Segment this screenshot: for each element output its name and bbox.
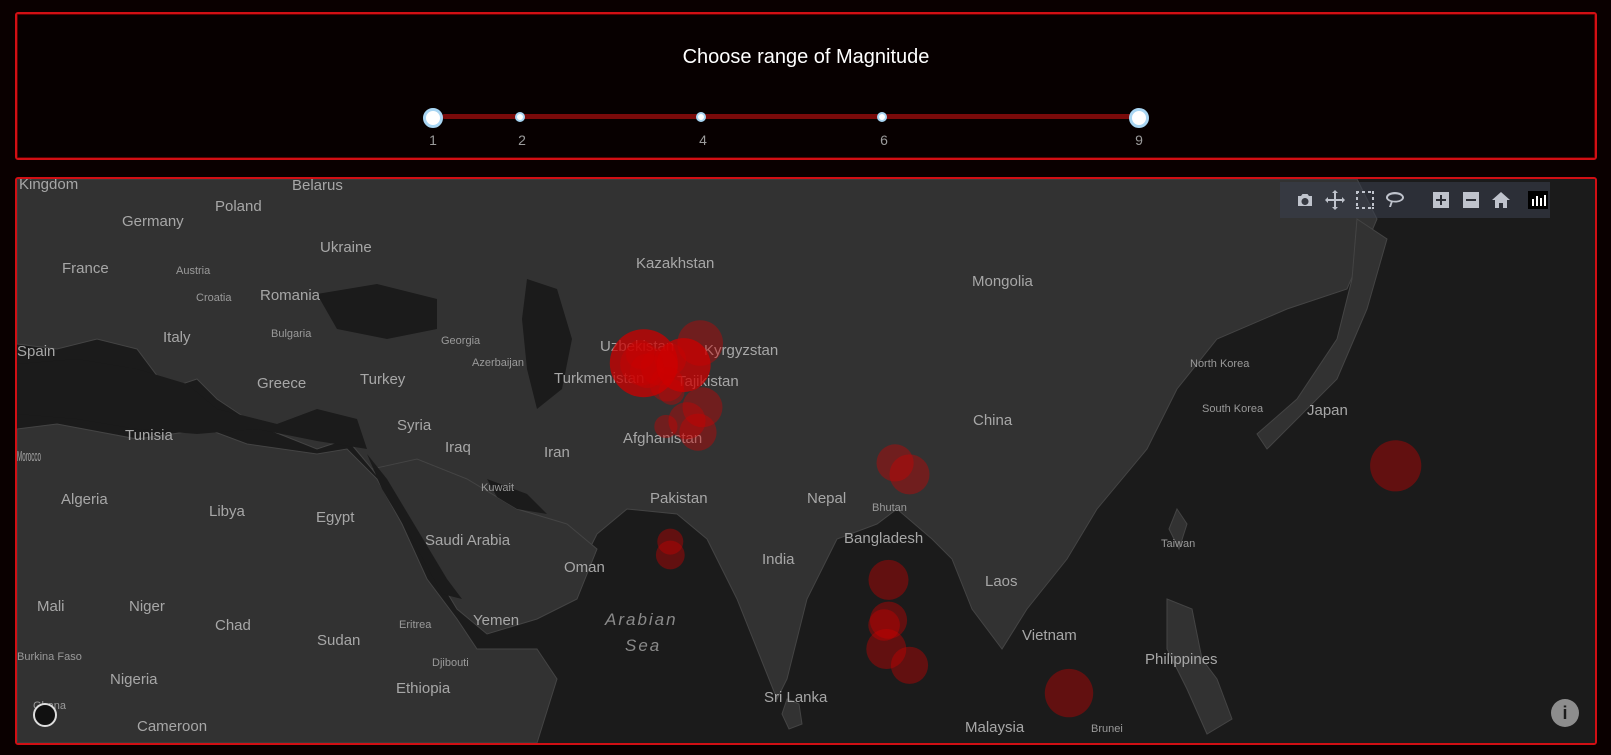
label-japan: Japan	[1307, 402, 1348, 419]
earthquake-marker[interactable]	[1370, 440, 1422, 492]
label-sri-lanka: Sri Lanka	[764, 689, 828, 706]
label-arabian: Arabian	[604, 610, 678, 629]
slider-mark-dot-2	[515, 112, 525, 122]
label-syria: Syria	[397, 417, 432, 434]
slider-title: Choose range of Magnitude	[682, 46, 930, 68]
label-philippines: Philippines	[1145, 651, 1218, 668]
label-brunei: Brunei	[1091, 723, 1123, 735]
label-vietnam: Vietnam	[1022, 627, 1077, 644]
label-nigeria: Nigeria	[110, 671, 158, 688]
label-azerbaijan: Azerbaijan	[472, 357, 524, 369]
map-modebar	[1280, 182, 1550, 218]
earthquake-marker[interactable]	[654, 414, 678, 439]
slider-mark-1: 1	[429, 132, 437, 148]
label-mongolia: Mongolia	[972, 273, 1034, 290]
mapbox-logo[interactable]	[33, 703, 57, 727]
label-bulgaria: Bulgaria	[271, 328, 312, 340]
label-pakistan: Pakistan	[650, 490, 708, 507]
label-spain: Spain	[17, 343, 55, 360]
range-handle-min[interactable]	[423, 108, 443, 128]
label-nepal: Nepal	[807, 490, 846, 507]
label-ethiopia: Ethiopia	[396, 680, 451, 697]
label-turkey: Turkey	[360, 371, 406, 388]
label-taiwan: Taiwan	[1161, 538, 1195, 550]
slider-mark-9: 9	[1135, 132, 1143, 148]
label-kuwait: Kuwait	[481, 482, 514, 494]
label-iraq: Iraq	[445, 439, 471, 456]
label-libya: Libya	[209, 503, 246, 520]
label-laos: Laos	[985, 573, 1018, 590]
label-sea: Sea	[625, 636, 661, 655]
label-georgia: Georgia	[441, 335, 481, 347]
label-india: India	[762, 551, 795, 568]
label-germany: Germany	[122, 213, 184, 230]
range-handle-max[interactable]	[1129, 108, 1149, 128]
earthquake-marker[interactable]	[1044, 668, 1094, 718]
box-select-icon[interactable]	[1354, 189, 1376, 211]
label-chad: Chad	[215, 617, 251, 634]
range-slider-track[interactable]	[442, 114, 1138, 119]
plotly-logo[interactable]	[1528, 191, 1548, 209]
camera-icon[interactable]	[1294, 189, 1316, 211]
label-poland: Poland	[215, 198, 262, 215]
slider-mark-2: 2	[518, 132, 526, 148]
label-austria: Austria	[176, 265, 211, 277]
zoom-out-icon[interactable]	[1460, 189, 1482, 211]
label-mali: Mali	[37, 598, 65, 615]
label-south-korea: South Korea	[1202, 403, 1264, 415]
earthquake-marker[interactable]	[868, 559, 909, 600]
label-burkina-faso: Burkina Faso	[17, 651, 82, 663]
label-italy: Italy	[163, 329, 191, 346]
label-croatia: Croatia	[196, 292, 232, 304]
pan-icon[interactable]	[1324, 189, 1346, 211]
label-djibouti: Djibouti	[432, 657, 469, 669]
label-morocco: Morocco	[17, 448, 41, 465]
earthquake-marker[interactable]	[677, 320, 723, 366]
label-oman: Oman	[564, 559, 605, 576]
info-icon[interactable]: i	[1551, 699, 1579, 727]
label-egypt: Egypt	[316, 509, 355, 526]
map-canvas[interactable]: Kingdom Belarus Poland Germany Ukraine F…	[17, 179, 1595, 743]
label-north-korea: North Korea	[1190, 358, 1250, 370]
slider-mark-6: 6	[880, 132, 888, 148]
label-kazakhstan: Kazakhstan	[636, 255, 714, 272]
label-bhutan: Bhutan	[872, 502, 907, 514]
label-saudi-arabia: Saudi Arabia	[425, 532, 511, 549]
label-romania: Romania	[260, 287, 321, 304]
earthquake-map[interactable]: Kingdom Belarus Poland Germany Ukraine F…	[15, 177, 1597, 745]
label-france: France	[62, 260, 109, 277]
zoom-in-icon[interactable]	[1430, 189, 1452, 211]
label-china: China	[973, 412, 1013, 429]
label-belarus: Belarus	[292, 179, 343, 194]
earthquake-marker[interactable]	[679, 413, 717, 451]
label-greece: Greece	[257, 375, 306, 392]
lasso-icon[interactable]	[1384, 189, 1406, 211]
reset-home-icon[interactable]	[1490, 189, 1512, 211]
earthquake-marker[interactable]	[890, 646, 929, 684]
label-eritrea: Eritrea	[399, 619, 432, 631]
label-cameroon: Cameroon	[137, 718, 207, 735]
label-malaysia: Malaysia	[965, 719, 1025, 736]
slider-mark-dot-6	[877, 112, 887, 122]
label-yemen: Yemen	[473, 612, 519, 629]
earthquake-marker[interactable]	[889, 454, 930, 495]
label-algeria: Algeria	[61, 491, 108, 508]
label-niger: Niger	[129, 598, 165, 615]
slider-mark-4: 4	[699, 132, 707, 148]
label-kingdom: Kingdom	[19, 179, 78, 193]
slider-mark-dot-4	[696, 112, 706, 122]
earthquake-marker[interactable]	[655, 540, 685, 570]
earthquake-marker[interactable]	[658, 378, 685, 405]
label-tunisia: Tunisia	[125, 427, 173, 444]
magnitude-slider-panel: Choose range of Magnitude 1 2 4 6 9	[15, 12, 1597, 160]
label-ukraine: Ukraine	[320, 239, 372, 256]
label-iran: Iran	[544, 444, 570, 461]
label-sudan: Sudan	[317, 632, 360, 649]
label-bangladesh: Bangladesh	[844, 530, 923, 547]
